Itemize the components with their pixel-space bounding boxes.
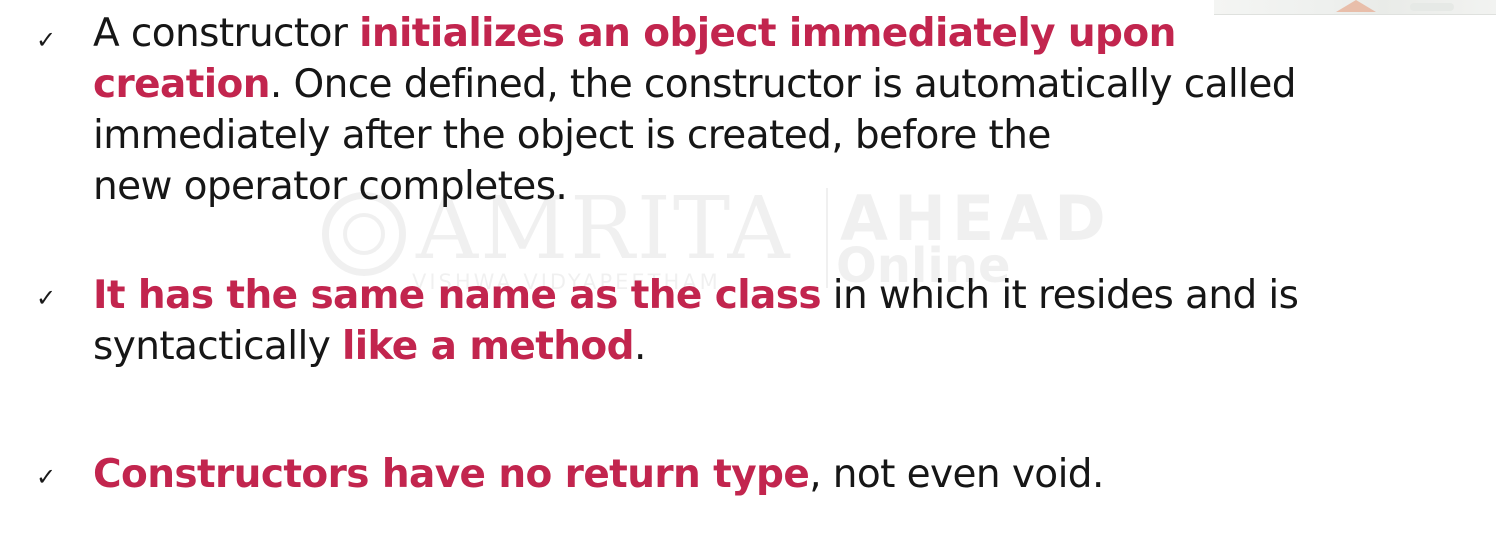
checkmark-icon: ✓ bbox=[36, 26, 57, 54]
highlight-text: like a method bbox=[341, 324, 635, 369]
bullet-text: It has the same name as the class in whi… bbox=[93, 270, 1453, 372]
text-run: . Once defined, the constructor is autom… bbox=[269, 62, 1297, 107]
text-run: syntactically bbox=[93, 324, 342, 369]
highlight-text: initializes an object immediately upon bbox=[359, 11, 1176, 56]
highlight-text: Constructors have no return type bbox=[93, 452, 810, 497]
text-run: in which it resides and is bbox=[820, 273, 1299, 318]
text-run: . bbox=[633, 324, 646, 369]
highlight-text: It has the same name as the class bbox=[93, 273, 822, 318]
bullet-line: immediately after the object is created,… bbox=[93, 110, 1453, 161]
highlight-text: creation bbox=[93, 62, 270, 107]
bullet-line: syntactically like a method. bbox=[93, 321, 1453, 372]
bullet-line: new operator completes. bbox=[93, 161, 1453, 212]
bullet-line: It has the same name as the class in whi… bbox=[93, 270, 1453, 321]
bullet-text: A constructor initializes an object imme… bbox=[93, 8, 1453, 212]
bullet-line: Constructors have no return type, not ev… bbox=[93, 449, 1453, 500]
checkmark-icon: ✓ bbox=[36, 463, 57, 491]
text-run: A constructor bbox=[93, 11, 360, 56]
text-run: immediately after the object is created,… bbox=[93, 113, 1051, 158]
text-run: new operator completes. bbox=[93, 164, 568, 209]
bullet-text: Constructors have no return type, not ev… bbox=[93, 449, 1453, 500]
bullet-line: creation. Once defined, the constructor … bbox=[93, 59, 1453, 110]
checkmark-icon: ✓ bbox=[36, 284, 57, 312]
bullet-line: A constructor initializes an object imme… bbox=[93, 8, 1453, 59]
text-run: , not even void. bbox=[809, 452, 1104, 497]
